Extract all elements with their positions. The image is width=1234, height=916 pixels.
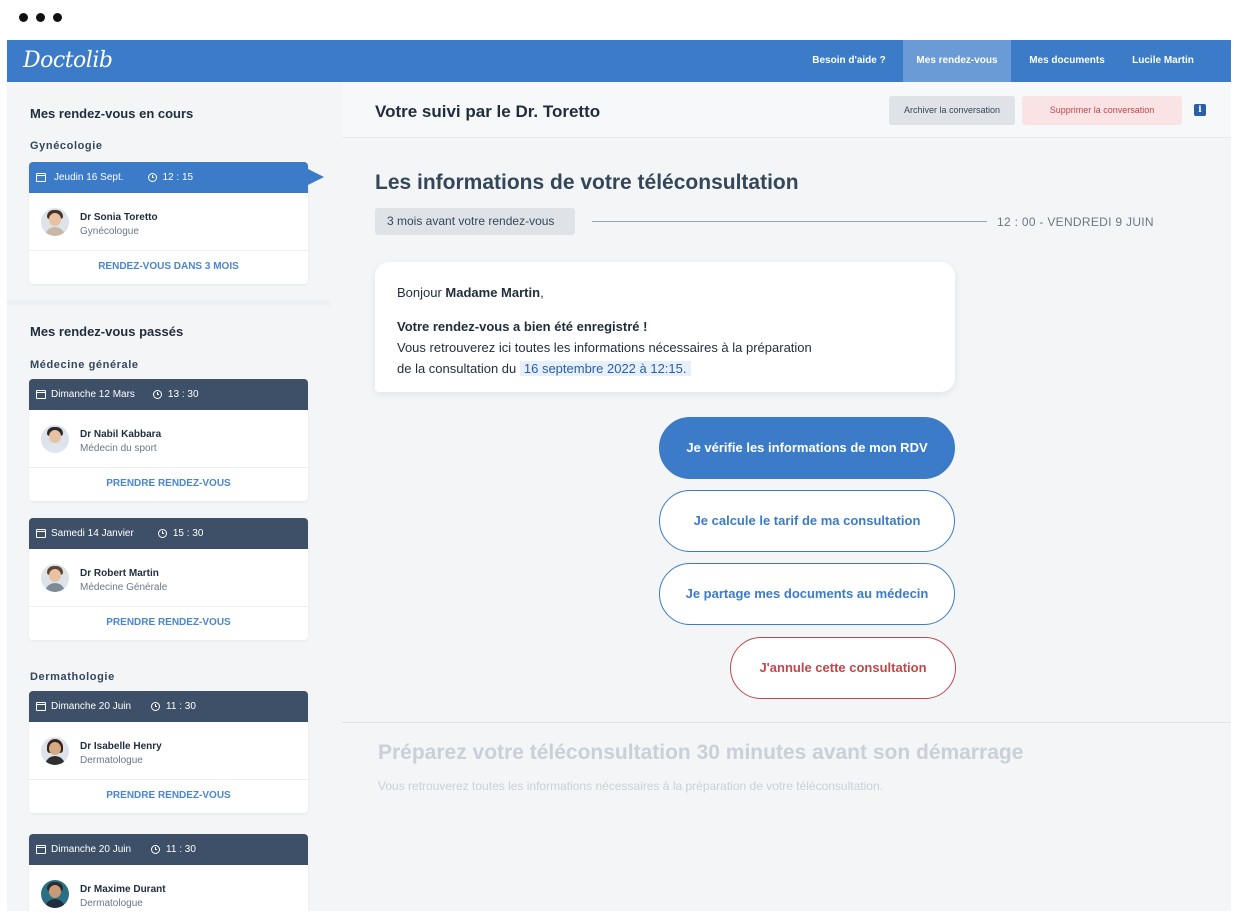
- past-appointments-title: Mes rendez-vous passés: [30, 324, 184, 339]
- top-navigation: Doctolib Besoin d'aide ? Mes rendez-vous…: [7, 40, 1231, 82]
- appointment-datetime: Dimanche 20 Juin 11 : 30: [29, 691, 308, 722]
- window-dot-icon: [53, 13, 62, 22]
- conversation-panel: Votre suivi par le Dr. Toretto Archiver …: [342, 82, 1231, 911]
- nav-documents[interactable]: Mes documents: [1015, 40, 1119, 82]
- doctor-name: Dr Isabelle Henry: [80, 741, 162, 752]
- calculate-fee-button[interactable]: Je calcule le tarif de ma consultation: [659, 490, 955, 552]
- avatar: [41, 737, 69, 765]
- past-appointments-block: Mes rendez-vous passés Médecine générale…: [7, 306, 330, 911]
- doctor-specialty: Dermatologue: [80, 898, 143, 909]
- patient-name: Madame Martin: [445, 285, 541, 300]
- doctolib-logo[interactable]: Doctolib: [23, 48, 113, 73]
- active-pointer-icon: [308, 169, 324, 185]
- past-appointment-card[interactable]: Dimanche 20 Juin 11 : 30 Dr Isabelle Hen…: [29, 691, 308, 813]
- appointment-datetime: Dimanche 20 Juin 11 : 30: [29, 834, 308, 865]
- preparation-title: Préparez votre téléconsultation 30 minut…: [378, 741, 1024, 764]
- current-appointments-block: Mes rendez-vous en cours Gynécologie Jeu…: [7, 82, 330, 300]
- appointment-countdown[interactable]: RENDEZ-VOUS DANS 3 MOIS: [29, 251, 308, 283]
- doctor-specialty: Médecin du sport: [80, 443, 157, 454]
- appointment-time: 11 : 30: [166, 844, 196, 855]
- avatar: [41, 880, 69, 908]
- category-label: Dermathologie: [30, 671, 115, 683]
- appointment-date: Samedi 14 Janvier: [51, 528, 134, 539]
- nav-help[interactable]: Besoin d'aide ?: [801, 40, 897, 82]
- category-label: Gynécologie: [30, 140, 103, 152]
- appointment-datetime: Jeudin 16 Sept. 12 : 15: [29, 162, 324, 193]
- appointment-time: 15 : 30: [172, 528, 204, 539]
- timeline-badge: 3 mois avant votre rendez-vous: [375, 208, 575, 235]
- message-greeting: Bonjour Madame Martin,: [397, 285, 544, 300]
- appointment-datetime: Dimanche 12 Mars 13 : 30: [29, 379, 308, 410]
- clock-icon: [157, 529, 167, 538]
- page-title: Votre suivi par le Dr. Toretto: [375, 102, 601, 121]
- avatar: [41, 564, 69, 592]
- current-appointments-title: Mes rendez-vous en cours: [30, 106, 194, 121]
- doctor-info: Dr Isabelle Henry Dermatologue: [29, 722, 308, 780]
- calendar-icon: [36, 173, 46, 182]
- preparation-subtitle: Vous retrouverez toutes les informations…: [378, 779, 883, 793]
- clock-icon: [152, 390, 162, 399]
- cancel-consultation-button[interactable]: J'annule cette consultation: [730, 637, 956, 699]
- calendar-icon: [36, 845, 46, 854]
- calendar-icon: [36, 702, 46, 711]
- appointment-date: Dimanche 12 Mars: [51, 389, 135, 400]
- doctor-name: Dr Maxime Durant: [80, 884, 166, 895]
- doctor-info: Dr Nabil Kabbara Médecin du sport: [29, 410, 308, 468]
- doctor-name: Dr Robert Martin: [80, 568, 159, 579]
- doctor-specialty: Médecine Générale: [80, 582, 168, 593]
- doctor-name: Dr Sonia Toretto: [80, 212, 158, 223]
- archive-conversation-button[interactable]: Archiver la conversation: [889, 96, 1015, 125]
- book-appointment-button[interactable]: PRENDRE RENDEZ-VOUS: [29, 607, 308, 639]
- info-icon[interactable]: i: [1194, 104, 1206, 116]
- current-appointment-card[interactable]: Jeudin 16 Sept. 12 : 15 Dr Sonia Toretto…: [29, 162, 324, 284]
- section-title: Les informations de votre téléconsultati…: [375, 171, 799, 194]
- message-line: Vous retrouverez ici toutes les informat…: [397, 340, 812, 355]
- delete-conversation-button[interactable]: Supprimer la conversation: [1022, 96, 1182, 125]
- past-appointment-card[interactable]: Samedi 14 Janvier 15 : 30 Dr Robert Mart…: [29, 518, 308, 640]
- calendar-icon: [36, 529, 46, 538]
- appointment-datetime: Samedi 14 Janvier 15 : 30: [29, 518, 308, 549]
- past-appointment-card[interactable]: Dimanche 20 Juin 11 : 30 Dr Maxime Duran…: [29, 834, 308, 911]
- doctor-specialty: Dermatologue: [80, 755, 143, 766]
- appointment-date-highlight: 16 septembre 2022 à 12:15.: [519, 361, 691, 376]
- window-chrome: [0, 0, 1234, 40]
- nav-user[interactable]: Lucile Martin: [1121, 40, 1205, 82]
- timeline-line: [592, 221, 987, 222]
- message-bubble: Bonjour Madame Martin, Votre rendez-vous…: [375, 262, 955, 392]
- clock-icon: [151, 845, 161, 854]
- appointment-date: Jeudin 16 Sept.: [54, 172, 124, 183]
- window-dot-icon: [36, 13, 45, 22]
- doctor-name: Dr Nabil Kabbara: [80, 429, 162, 440]
- app-window: Doctolib Besoin d'aide ? Mes rendez-vous…: [7, 40, 1231, 911]
- category-label: Médecine générale: [30, 359, 139, 371]
- clock-icon: [151, 702, 161, 711]
- doctor-info: Dr Robert Martin Médecine Générale: [29, 549, 308, 607]
- timeline-date: 12 : 00 - VENDREDI 9 JUIN: [997, 215, 1154, 229]
- nav-appointments[interactable]: Mes rendez-vous: [903, 40, 1011, 82]
- calendar-icon: [36, 390, 46, 399]
- window-dot-icon: [19, 13, 28, 22]
- book-appointment-button[interactable]: PRENDRE RENDEZ-VOUS: [29, 780, 308, 812]
- appointment-date: Dimanche 20 Juin: [51, 844, 132, 855]
- appointments-sidebar: Mes rendez-vous en cours Gynécologie Jeu…: [7, 82, 330, 911]
- conversation-header: Votre suivi par le Dr. Toretto Archiver …: [342, 82, 1231, 138]
- verify-appointment-button[interactable]: Je vérifie les informations de mon RDV: [659, 417, 955, 479]
- doctor-info: Dr Sonia Toretto Gynécologue: [29, 193, 308, 251]
- past-appointment-card[interactable]: Dimanche 12 Mars 13 : 30 Dr Nabil Kabbar…: [29, 379, 308, 501]
- book-appointment-button[interactable]: PRENDRE RENDEZ-VOUS: [29, 468, 308, 500]
- clock-icon: [147, 173, 157, 182]
- appointment-date: Dimanche 20 Juin: [51, 701, 132, 712]
- doctor-specialty: Gynécologue: [80, 226, 139, 237]
- share-documents-button[interactable]: Je partage mes documents au médecin: [659, 563, 955, 625]
- avatar: [41, 425, 69, 453]
- message-line: de la consultation du 16 septembre 2022 …: [397, 358, 933, 379]
- message-confirmation: Votre rendez-vous a bien été enregistré …: [397, 319, 648, 334]
- appointment-time: 12 : 15: [162, 172, 194, 183]
- section-divider: [342, 722, 1231, 723]
- avatar: [41, 208, 69, 236]
- appointment-time: 13 : 30: [167, 389, 199, 400]
- appointment-time: 11 : 30: [166, 701, 196, 712]
- doctor-info: Dr Maxime Durant Dermatologue: [29, 865, 308, 911]
